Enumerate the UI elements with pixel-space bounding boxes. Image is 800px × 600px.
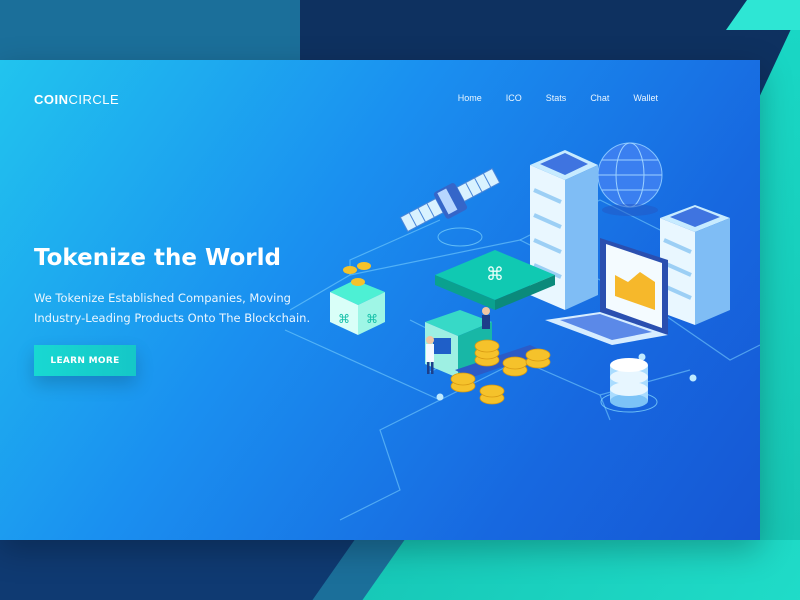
laptop-chart-icon [545,238,668,345]
logo-bold-text: COIN [34,92,69,107]
token-box-icon: ⌘ ⌘ [330,262,385,335]
hero-subtitle: We Tokenize Established Companies, Movin… [34,291,311,325]
globe-icon [597,142,663,216]
main-nav: Home ICO Stats Chat Wallet [458,93,658,103]
logo-rest-text: CIRCLE [68,92,120,107]
server-tower-icon [530,150,598,310]
circuit-nodes [436,271,697,401]
person-icon [482,307,490,329]
circuit-lines [284,199,760,521]
brand-logo[interactable]: COINCIRCLE [34,92,119,107]
server-tower-icon [660,205,730,325]
token-box-icon: ⌘ [435,250,555,310]
database-icon [600,358,658,413]
person-icon [426,336,434,374]
svg-text:⌘: ⌘ [486,264,504,285]
hero-title: Tokenize the World [34,245,281,271]
hero-card: ⌘ ⌘ ⌘ COINCIRCLE Home ICO Stats Chat Wal… [0,60,760,540]
svg-text:⌘: ⌘ [366,312,378,326]
coin-stack-icon [450,339,551,405]
nav-link-chat[interactable]: Chat [590,93,609,103]
nav-link-home[interactable]: Home [458,93,482,103]
learn-more-button[interactable]: LEARN MORE [34,345,136,376]
svg-text:⌘: ⌘ [338,312,350,326]
background-band [355,540,800,600]
nav-link-stats[interactable]: Stats [546,93,567,103]
nav-link-wallet[interactable]: Wallet [633,93,658,103]
machine-icon [425,310,545,378]
nav-link-ico[interactable]: ICO [506,93,522,103]
satellite-icon [399,167,501,247]
